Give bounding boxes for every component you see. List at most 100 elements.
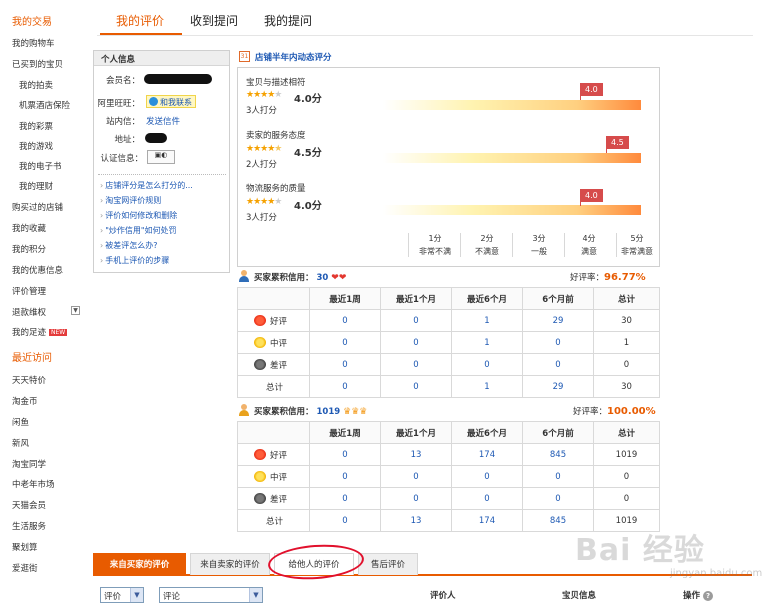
table-cell[interactable]: 0: [380, 375, 452, 398]
table-cell[interactable]: 174: [451, 509, 523, 532]
sidebar-recent-item[interactable]: 爱逛街: [12, 562, 38, 574]
rating-score: 4.0分: [294, 201, 322, 212]
help-link[interactable]: 淘宝网评价规则: [100, 195, 161, 206]
scale-tick: [512, 233, 513, 257]
table-row: 差评 0 0 0 0 0: [237, 487, 660, 510]
table-cell[interactable]: 0: [522, 353, 594, 376]
table-cell[interactable]: 1: [451, 375, 523, 398]
table-cell[interactable]: 0: [522, 465, 594, 488]
sidebar-recent-item[interactable]: 新风: [12, 437, 29, 449]
sidebar-my-trade[interactable]: 我的交易: [12, 13, 52, 28]
row-label-text: 中评: [270, 338, 288, 349]
sidebar-footprint[interactable]: 我的足迹 NEW: [12, 326, 68, 338]
table-cell[interactable]: 0: [309, 331, 381, 354]
chevron-down-icon[interactable]: ▼: [71, 306, 80, 315]
sidebar-recent-item[interactable]: 聚划算: [12, 541, 38, 553]
table-cell[interactable]: 0: [522, 331, 594, 354]
row-label: 中评: [237, 465, 310, 488]
sidebar-reviews[interactable]: 评价管理: [12, 285, 46, 297]
table-cell[interactable]: 0: [309, 353, 381, 376]
table-cell[interactable]: 13: [380, 443, 452, 466]
seller-credit-heading: 买家累积信用： 1019 ♛♛♛: [254, 405, 367, 417]
help-link[interactable]: 被差评怎么办?: [100, 240, 157, 251]
scale-number: 4分: [582, 234, 596, 243]
comment-select[interactable]: 评论 ▼: [159, 587, 263, 603]
watermark-url: jingyan.baidu.com: [670, 568, 763, 579]
redacted-member-name: [144, 74, 212, 84]
table-header: 最近1周: [309, 287, 381, 310]
sidebar-recent-item[interactable]: 淘宝同学: [12, 458, 46, 470]
table-cell[interactable]: 29: [522, 309, 594, 332]
table-row: 总计 0 0 1 29 30: [237, 375, 660, 398]
good-rate-value: 100.00%: [607, 406, 656, 417]
table-header: [237, 287, 310, 310]
help-link[interactable]: 店铺评分是怎么打分的...: [100, 180, 193, 191]
send-message-link[interactable]: 发送信件: [146, 115, 180, 127]
sidebar-recent-item[interactable]: 天天特价: [12, 374, 46, 386]
table-cell[interactable]: 0: [309, 509, 381, 532]
table-cell[interactable]: 0: [309, 443, 381, 466]
sidebar-shops[interactable]: 购买过的店铺: [12, 201, 63, 213]
sidebar-points[interactable]: 我的积分: [12, 243, 46, 255]
table-cell[interactable]: 0: [380, 309, 452, 332]
sidebar-bought[interactable]: 已买到的宝贝: [12, 58, 63, 70]
sidebar-favorites[interactable]: 我的收藏: [12, 222, 46, 234]
table-cell[interactable]: 13: [380, 509, 452, 532]
help-link[interactable]: 手机上评价的步骤: [100, 255, 169, 266]
tab-from-sellers[interactable]: 来自卖家的评价: [190, 553, 270, 575]
table-cell[interactable]: 0: [380, 487, 452, 510]
bad-rating-icon: [254, 492, 266, 504]
table-cell[interactable]: 0: [522, 487, 594, 510]
table-cell[interactable]: 0: [380, 353, 452, 376]
help-link[interactable]: "炒作信用"如何处罚: [100, 225, 176, 236]
member-name-label: 会员名：: [105, 76, 140, 86]
rating-bar: [383, 153, 641, 163]
sidebar-sub-travel[interactable]: 机票酒店保险: [19, 99, 70, 111]
table-cell[interactable]: 0: [309, 487, 381, 510]
table-cell[interactable]: 0: [309, 375, 381, 398]
table-cell[interactable]: 0: [380, 331, 452, 354]
sidebar-sub-game[interactable]: 我的游戏: [19, 140, 53, 152]
buyer-credit-score[interactable]: 30: [316, 273, 328, 283]
sidebar-coupons[interactable]: 我的优惠信息: [12, 264, 63, 276]
tab-my-questions[interactable]: 我的提问: [264, 12, 312, 29]
sidebar-sub-auction[interactable]: 我的拍卖: [19, 79, 53, 91]
contact-me-button[interactable]: 和我联系: [146, 95, 196, 108]
seller-credit-score[interactable]: 1019: [316, 407, 340, 417]
new-badge: NEW: [49, 329, 68, 336]
tab-received-questions[interactable]: 收到提问: [190, 12, 238, 29]
help-link[interactable]: 评价如何修改和删除: [100, 210, 177, 221]
sidebar-recent-item[interactable]: 天猫会员: [12, 499, 46, 511]
sidebar-recent-item[interactable]: 中老年市场: [12, 478, 55, 490]
sidebar-refund[interactable]: 退款维权: [12, 306, 46, 318]
table-cell[interactable]: 0: [451, 487, 523, 510]
table-cell[interactable]: 0: [309, 309, 381, 332]
table-cell[interactable]: 29: [522, 375, 594, 398]
sidebar-sub-ebook[interactable]: 我的电子书: [19, 160, 62, 172]
tab-my-reviews[interactable]: 我的评价: [116, 12, 164, 29]
row-label: 总计: [237, 509, 310, 532]
sidebar-cart[interactable]: 我的购物车: [12, 37, 55, 49]
tab-from-buyers[interactable]: 来自买家的评价: [93, 553, 186, 575]
sidebar-recent-item[interactable]: 淘金币: [12, 395, 38, 407]
table-cell[interactable]: 174: [451, 443, 523, 466]
table-cell[interactable]: 0: [451, 465, 523, 488]
sidebar-recent-item[interactable]: 闲鱼: [12, 416, 29, 428]
redacted-address: [145, 133, 167, 143]
table-cell[interactable]: 0: [380, 465, 452, 488]
review-type-select[interactable]: 评价 ▼: [100, 587, 144, 603]
table-cell[interactable]: 1: [451, 331, 523, 354]
table-cell: 0: [593, 487, 660, 510]
tab-after-sale[interactable]: 售后评价: [358, 553, 418, 575]
calendar-icon: 31: [239, 51, 250, 62]
rating-bar: [383, 205, 641, 215]
table-cell[interactable]: 845: [522, 443, 594, 466]
sidebar-sub-finance[interactable]: 我的理财: [19, 180, 53, 192]
table-cell[interactable]: 1: [451, 309, 523, 332]
table-cell[interactable]: 0: [451, 353, 523, 376]
certification-icon[interactable]: ▣◐: [147, 150, 175, 164]
sidebar-recent-item[interactable]: 生活服务: [12, 520, 46, 532]
scale-description: 非常满意: [621, 247, 653, 256]
sidebar-sub-lottery[interactable]: 我的彩票: [19, 120, 53, 132]
table-cell[interactable]: 0: [309, 465, 381, 488]
